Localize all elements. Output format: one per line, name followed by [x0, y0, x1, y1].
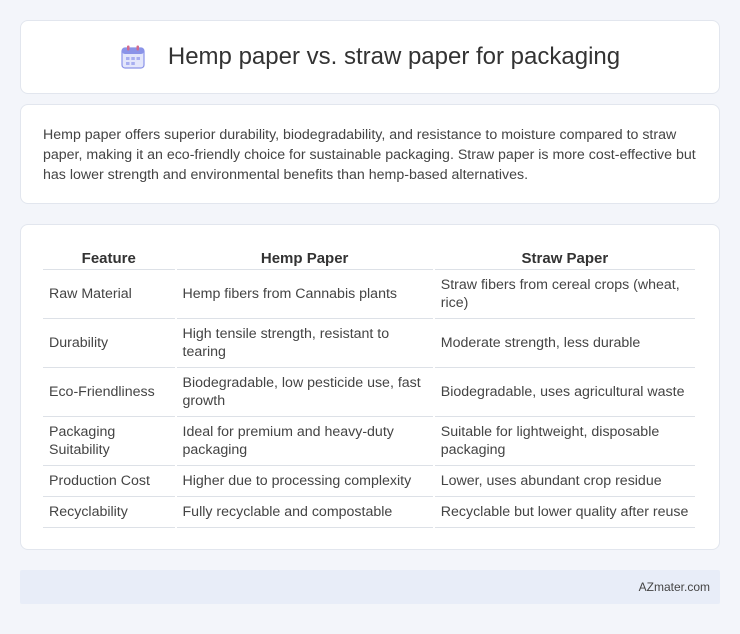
straw-cell: Suitable for lightweight, disposable pac… [434, 417, 695, 466]
feature-cell: Recyclability [43, 497, 175, 528]
hemp-cell: High tensile strength, resistant to tear… [176, 319, 433, 368]
table-header-row: Feature Hemp Paper Straw Paper [43, 247, 695, 270]
hemp-cell: Hemp fibers from Cannabis plants [176, 270, 433, 319]
header-straw-paper: Straw Paper [434, 247, 695, 270]
straw-cell: Recyclable but lower quality after reuse [434, 497, 695, 528]
footer: AZmater.com [20, 570, 720, 604]
feature-cell: Packaging Suitability [43, 417, 175, 466]
comparison-table-card: Feature Hemp Paper Straw Paper Raw Mater… [20, 224, 720, 550]
table-row: Packaging Suitability Ideal for premium … [43, 417, 695, 466]
straw-cell: Biodegradable, uses agricultural waste [434, 368, 695, 417]
table-row: Eco-Friendliness Biodegradable, low pest… [43, 368, 695, 417]
straw-cell: Lower, uses abundant crop residue [434, 466, 695, 497]
straw-cell: Straw fibers from cereal crops (wheat, r… [434, 270, 695, 319]
straw-cell: Moderate strength, less durable [434, 319, 695, 368]
hemp-cell: Higher due to processing complexity [176, 466, 433, 497]
header-feature: Feature [43, 247, 175, 270]
feature-cell: Raw Material [43, 270, 175, 319]
comparison-table: Feature Hemp Paper Straw Paper Raw Mater… [41, 247, 697, 528]
feature-cell: Production Cost [43, 466, 175, 497]
table-row: Durability High tensile strength, resist… [43, 319, 695, 368]
title-card: Hemp paper vs. straw paper for packaging [20, 20, 720, 94]
feature-cell: Eco-Friendliness [43, 368, 175, 417]
feature-cell: Durability [43, 319, 175, 368]
calendar-icon [120, 44, 146, 70]
footer-brand: AZmater.com [638, 580, 710, 594]
hemp-cell: Fully recyclable and compostable [176, 497, 433, 528]
hemp-cell: Biodegradable, low pesticide use, fast g… [176, 368, 433, 417]
summary-card: Hemp paper offers superior durability, b… [20, 104, 720, 204]
table-row: Recyclability Fully recyclable and compo… [43, 497, 695, 528]
header-hemp-paper: Hemp Paper [176, 247, 433, 270]
table-row: Production Cost Higher due to processing… [43, 466, 695, 497]
table-row: Raw Material Hemp fibers from Cannabis p… [43, 270, 695, 319]
summary-text: Hemp paper offers superior durability, b… [43, 127, 696, 183]
hemp-cell: Ideal for premium and heavy-duty packagi… [176, 417, 433, 466]
page-title: Hemp paper vs. straw paper for packaging [167, 43, 621, 70]
